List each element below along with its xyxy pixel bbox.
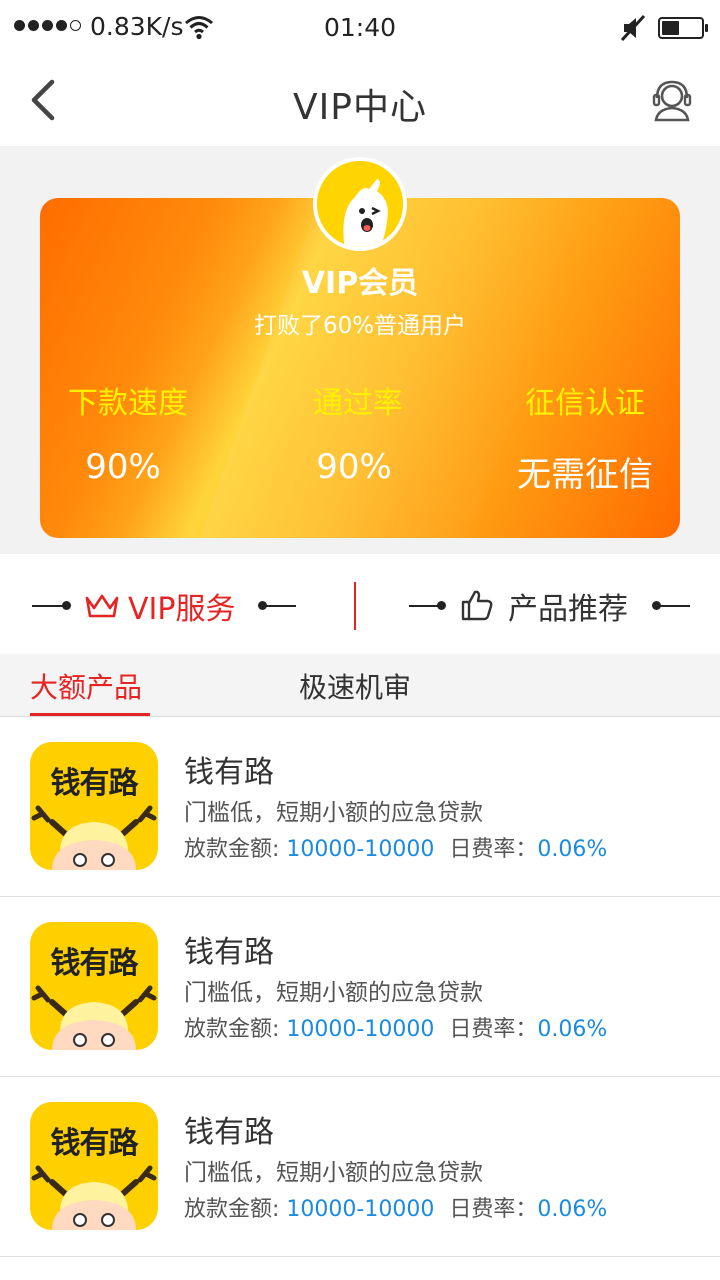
product-name: 钱有路	[184, 755, 274, 790]
vip-level: VIP会员	[301, 266, 419, 301]
rate-label: 日费率：	[449, 837, 538, 862]
amount-label: 放款金额:	[184, 837, 280, 862]
product-item[interactable]: 钱有路 钱有路 门槛低，短期小额的应急贷款 放款金额: 10000-10000 …	[0, 897, 720, 1077]
divider-line	[262, 605, 296, 607]
product-meta: 放款金额: 10000-10000 日费率：0.06%	[184, 1011, 607, 1043]
status-time: 01:40	[323, 13, 397, 42]
mascot-logo-icon	[31, 805, 157, 870]
amount-value: 10000-10000	[286, 1197, 435, 1222]
page-title: VIP中心	[293, 87, 427, 128]
product-meta: 放款金额: 10000-10000 日费率：0.06%	[184, 831, 607, 863]
product-logo: 钱有路	[30, 742, 158, 870]
battery-icon	[658, 17, 708, 39]
divider-dot	[62, 601, 71, 610]
vip-service-tab[interactable]: VIP服务	[128, 584, 235, 628]
stat-label-speed: 下款速度	[68, 386, 188, 421]
product-name: 钱有路	[184, 935, 274, 970]
section-switch: VIP服务 产品推荐	[0, 554, 720, 654]
product-item[interactable]: 钱有路 钱有路 门槛低，短期小额的应急贷款 放款金额: 10000-10000 …	[0, 1077, 720, 1257]
rate-value: 0.06%	[537, 837, 608, 862]
mascot-logo-icon	[31, 1165, 157, 1230]
customer-service-icon[interactable]	[648, 76, 696, 124]
divider-line	[656, 605, 690, 607]
rate-value: 0.06%	[537, 1017, 608, 1042]
battery-level-fill	[662, 21, 679, 35]
vip-avatar	[313, 157, 407, 251]
product-meta: 放款金额: 10000-10000 日费率：0.06%	[184, 1191, 607, 1223]
active-tab-indicator	[30, 713, 150, 716]
amount-value: 10000-10000	[286, 837, 435, 862]
product-recommend-tab[interactable]: 产品推荐	[508, 584, 628, 628]
status-bar: 0.83K/s 01:40	[0, 0, 720, 56]
divider-dot	[437, 601, 446, 610]
section-divider	[354, 582, 356, 630]
amount-label: 放款金额:	[184, 1017, 280, 1042]
product-description: 门槛低，短期小额的应急贷款	[184, 800, 483, 826]
product-logo: 钱有路	[30, 1102, 158, 1230]
stat-value-pass-rate: 90%	[316, 447, 392, 487]
product-description: 门槛低，短期小额的应急贷款	[184, 1160, 483, 1186]
amount-label: 放款金额:	[184, 1197, 280, 1222]
stat-value-credit: 无需征信	[517, 455, 653, 495]
divider-line	[32, 605, 64, 607]
mute-icon	[620, 14, 646, 42]
amount-value: 10000-10000	[286, 1017, 435, 1042]
stat-value-speed: 90%	[85, 447, 161, 487]
stat-label-pass-rate: 通过率	[313, 386, 403, 421]
thumbs-up-icon	[461, 590, 493, 621]
product-logo: 钱有路	[30, 922, 158, 1050]
nav-bar: VIP中心	[0, 56, 720, 146]
product-name: 钱有路	[184, 1115, 274, 1150]
product-description: 门槛低，短期小额的应急贷款	[184, 980, 483, 1006]
tab-fast-review[interactable]: 极速机审	[299, 666, 411, 706]
product-item[interactable]: 钱有路 钱有路 门槛低，短期小额的应急贷款 放款金额: 10000-10000 …	[0, 717, 720, 897]
tab-large-amount[interactable]: 大额产品	[30, 666, 142, 706]
product-list: 钱有路 钱有路 门槛低，短期小额的应急贷款 放款金额: 10000-10000 …	[0, 717, 720, 1257]
rate-label: 日费率：	[449, 1197, 538, 1222]
product-tab-bar: 大额产品 极速机审	[0, 654, 720, 717]
rate-label: 日费率：	[449, 1017, 538, 1042]
vip-description: 打败了60%普通用户	[253, 313, 467, 339]
mascot-logo-icon	[31, 985, 157, 1050]
stat-label-credit: 征信认证	[525, 386, 645, 421]
crown-icon	[85, 594, 119, 618]
rate-value: 0.06%	[537, 1197, 608, 1222]
